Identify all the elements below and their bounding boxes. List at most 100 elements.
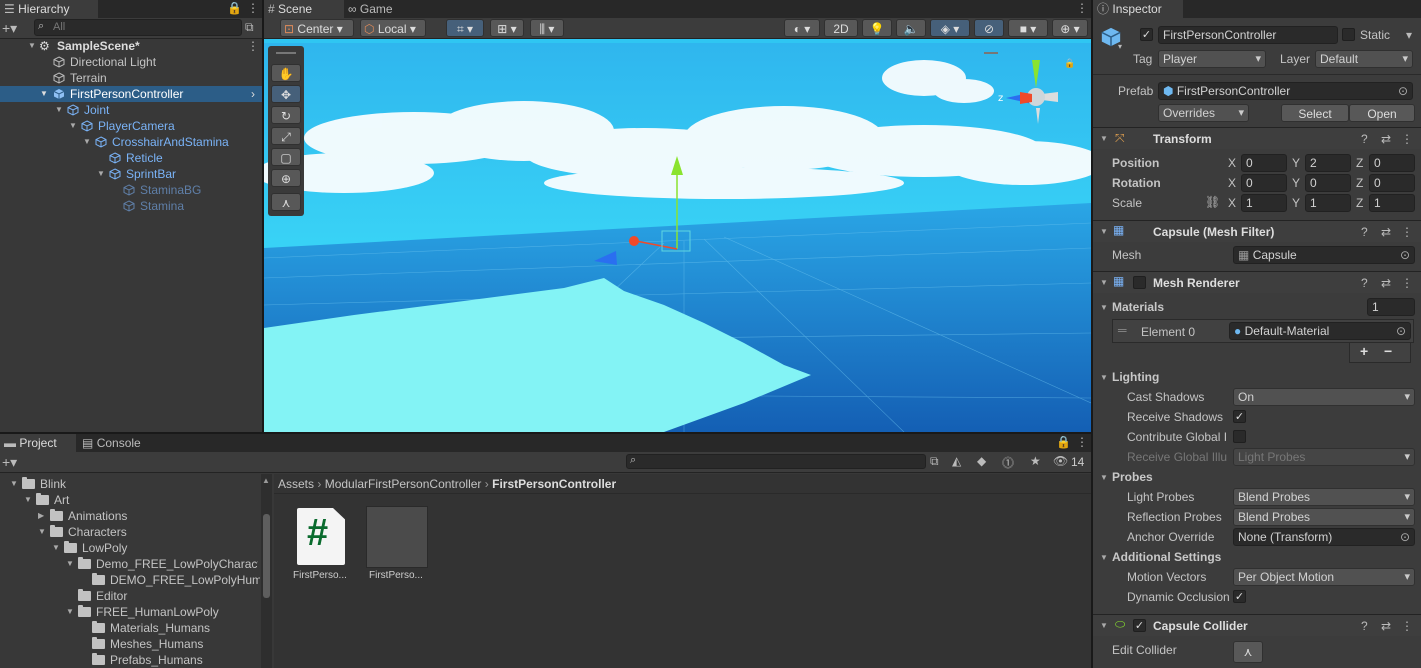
link-icon[interactable]: ⛓ (1205, 195, 1220, 209)
tree-row[interactable]: Terrain (0, 70, 262, 86)
dropdown-arrow-icon[interactable]: ▾ (1118, 42, 1122, 51)
object-picker-icon[interactable]: ⊙ (1400, 529, 1410, 545)
rotation-x-field[interactable]: 0 (1241, 174, 1287, 192)
breadcrumb-item[interactable]: Assets (278, 477, 314, 491)
help-icon[interactable]: ? (1361, 276, 1368, 290)
position-x-field[interactable]: 0 (1241, 154, 1287, 172)
more-menu-icon[interactable]: ⋮ (247, 38, 259, 54)
folder-row[interactable]: ▶ Animations (0, 508, 272, 524)
scrollbar-thumb[interactable] (263, 514, 270, 598)
collapse-arrow-icon[interactable]: ▼ (97, 166, 105, 182)
scale-y-field[interactable]: 1 (1305, 194, 1351, 212)
mode-2d-button[interactable]: 2D (824, 19, 858, 37)
scale-tool-icon[interactable]: ⤢ (271, 127, 301, 145)
dynamic-occlusion-checkbox[interactable]: ✓ (1233, 590, 1246, 603)
prefab-field[interactable]: ⬢ FirstPersonController ⊙ (1158, 82, 1413, 100)
rotate-tool-icon[interactable]: ↻ (271, 106, 301, 124)
cast-shadows-dropdown[interactable]: On (1233, 388, 1415, 406)
scene-view-icon[interactable]: ⧉ (245, 20, 254, 35)
scroll-up-icon[interactable]: ▲ (262, 476, 270, 485)
collapse-arrow-icon[interactable]: ▼ (1100, 134, 1108, 143)
overlay-handle[interactable] (984, 52, 998, 54)
help-icon[interactable]: ? (1361, 225, 1368, 239)
tab-console[interactable]: ▤ Console (78, 434, 158, 452)
object-picker-icon[interactable]: ⊙ (1396, 323, 1406, 339)
folder-row[interactable]: Editor (0, 588, 272, 604)
static-checkbox[interactable] (1342, 28, 1355, 41)
folder-row[interactable]: ▼ Characters (0, 524, 272, 540)
increment-snap-button[interactable]: ⊞ ▾ (490, 19, 524, 37)
materials-count-field[interactable]: 1 (1367, 298, 1415, 316)
tree-row[interactable]: ▼ Joint (0, 102, 262, 118)
collapse-arrow-icon[interactable]: ▼ (1100, 373, 1108, 382)
remove-icon[interactable]: − (1384, 343, 1392, 359)
more-menu-icon[interactable]: ⋮ (1401, 225, 1413, 239)
component-enabled-toggle[interactable]: ✓ (1133, 619, 1146, 632)
folder-row[interactable]: ▼ Art (0, 492, 272, 508)
add-icon[interactable]: +▾ (2, 454, 17, 471)
label-tag-icon[interactable]: ◆ (977, 454, 986, 468)
tree-row[interactable]: Directional Light (0, 54, 262, 70)
open-button[interactable]: Open (1349, 104, 1415, 122)
collapse-arrow-icon[interactable]: ▼ (69, 118, 77, 134)
tree-row[interactable]: Stamina (0, 198, 262, 214)
folder-row[interactable]: DEMO_FREE_LowPolyHumans (0, 572, 272, 588)
motion-vectors-dropdown[interactable]: Per Object Motion (1233, 568, 1415, 586)
filter-type-icon[interactable]: ◭ (952, 454, 961, 468)
reflection-probes-dropdown[interactable]: Blend Probes (1233, 508, 1415, 526)
transform-header[interactable]: ▼ ⤧ Transform ? ⇄ ⋮ (1093, 127, 1421, 149)
receive-shadows-checkbox[interactable]: ✓ (1233, 410, 1246, 423)
tree-row[interactable]: ▼ PlayerCamera (0, 118, 262, 134)
more-menu-icon[interactable]: ⋮ (1401, 132, 1413, 146)
search-input[interactable]: ⌕ All (34, 19, 242, 36)
collapse-arrow-icon[interactable]: ▼ (1100, 473, 1108, 482)
tab-scene[interactable]: # Scene (264, 0, 344, 18)
layer-dropdown[interactable]: Default (1315, 50, 1413, 68)
collapse-arrow-icon[interactable]: ▼ (28, 38, 36, 54)
more-menu-icon[interactable]: ⋮ (1076, 1, 1088, 15)
collapse-arrow-icon[interactable]: ▼ (1100, 227, 1108, 236)
space-dropdown[interactable]: ⬡ Local ▾ (360, 19, 426, 37)
move-tool-icon[interactable]: ✥ (271, 85, 301, 103)
collapse-arrow-icon[interactable]: ▼ (1100, 553, 1108, 562)
presets-icon[interactable]: ⇄ (1381, 276, 1391, 290)
tab-inspector[interactable]: ⓘ Inspector (1093, 0, 1183, 18)
folder-row[interactable]: Materials_Humans (0, 620, 272, 636)
help-icon[interactable]: ? (1361, 619, 1368, 633)
position-y-field[interactable]: 2 (1305, 154, 1351, 172)
effects-toggle-icon[interactable]: ◈ ▾ (930, 19, 970, 37)
tree-row[interactable]: ▼ SprintBar (0, 166, 262, 182)
tree-row[interactable]: Reticle (0, 150, 262, 166)
audio-toggle-icon[interactable]: 🔈 (896, 19, 926, 37)
tree-row-selected[interactable]: ▼ FirstPersonController › (0, 86, 262, 102)
presets-icon[interactable]: ⇄ (1381, 619, 1391, 633)
lock-icon[interactable]: 🔒 (227, 1, 242, 15)
breadcrumb-item[interactable]: ModularFirstPersonController (325, 477, 482, 491)
warning-filter-icon[interactable]: ⓵ (1002, 454, 1014, 471)
scale-z-field[interactable]: 1 (1369, 194, 1415, 212)
tab-game[interactable]: ∞ Game (344, 0, 414, 18)
select-button[interactable]: Select (1281, 104, 1349, 122)
rotation-y-field[interactable]: 0 (1305, 174, 1351, 192)
folder-row[interactable]: ▼Demo_FREE_LowPolyCharacters (0, 556, 272, 572)
visibility-toggle-icon[interactable]: ⊘ (974, 19, 1004, 37)
help-icon[interactable]: ? (1361, 132, 1368, 146)
tag-dropdown[interactable]: Player (1158, 50, 1266, 68)
presets-icon[interactable]: ⇄ (1381, 132, 1391, 146)
light-probes-dropdown[interactable]: Blend Probes (1233, 488, 1415, 506)
folder-row[interactable]: ▼ LowPoly (0, 540, 272, 556)
collapse-arrow-icon[interactable]: ▼ (55, 102, 63, 118)
rotation-z-field[interactable]: 0 (1369, 174, 1415, 192)
dropdown-arrow-icon[interactable]: ▾ (1406, 28, 1412, 42)
camera-dropdown-icon[interactable]: ■ ▾ (1008, 19, 1048, 37)
add-icon[interactable]: +▾ (2, 20, 17, 37)
overrides-dropdown[interactable]: Overrides (1158, 104, 1249, 122)
material-field[interactable]: ● Default-Material ⊙ (1229, 322, 1411, 340)
asset-tile[interactable]: FirstPerso... (366, 506, 428, 586)
position-z-field[interactable]: 0 (1369, 154, 1415, 172)
custom-tool-icon[interactable]: ⋏ (271, 193, 301, 211)
collapse-arrow-icon[interactable]: ▼ (1100, 303, 1108, 312)
anchor-override-field[interactable]: None (Transform) ⊙ (1233, 528, 1415, 546)
ruler-button[interactable]: ⫼ ▾ (530, 19, 564, 37)
folder-row[interactable]: ▼ Blink (0, 476, 272, 492)
